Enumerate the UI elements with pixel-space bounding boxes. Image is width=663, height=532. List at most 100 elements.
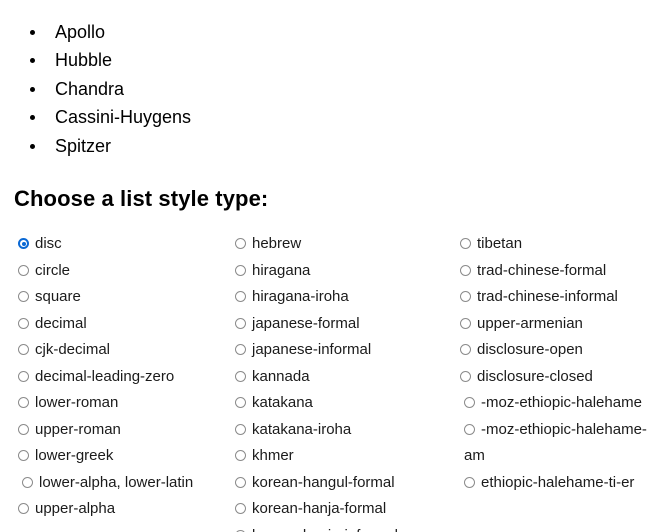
radio-unselected-icon[interactable] — [235, 291, 246, 303]
radio-unselected-icon[interactable] — [235, 370, 246, 382]
radio-option-label: -moz-ethiopic-halehame — [481, 394, 642, 412]
radio-option-label: katakana-iroha — [252, 420, 352, 438]
radio-option-upper-roman[interactable]: upper-roman — [18, 417, 226, 444]
radio-option-label: disc — [35, 235, 62, 253]
radio-option-lower-roman[interactable]: lower-roman — [18, 390, 226, 417]
radio-selected-icon[interactable] — [18, 238, 29, 250]
radio-column-3: tibetan trad-chinese-formal trad-chinese-i… — [448, 231, 663, 496]
radio-option-decimal[interactable]: decimal — [18, 311, 226, 338]
radio-option-upper-armenian[interactable]: upper-armenian — [460, 311, 663, 338]
page-root: Apollo Hubble Chandra Cassini-Huygens Spitze… — [0, 0, 663, 532]
radio-option-label: disclosure-closed — [477, 367, 593, 385]
radio-unselected-icon[interactable] — [18, 344, 29, 356]
radio-unselected-icon[interactable] — [235, 476, 246, 488]
radio-unselected-icon[interactable] — [235, 450, 246, 462]
radio-unselected-icon[interactable] — [235, 503, 246, 515]
radio-unselected-icon[interactable] — [460, 317, 471, 329]
list-item: Apollo — [30, 18, 663, 46]
radio-unselected-icon[interactable] — [235, 264, 246, 276]
radio-option-khmer[interactable]: khmer — [235, 443, 448, 470]
radio-option-label: lower-alpha, lower-latin — [39, 473, 194, 491]
radio-option-hiragana[interactable]: hiragana — [235, 258, 448, 285]
radio-unselected-icon[interactable] — [22, 476, 33, 488]
radio-option-label: korean-hanja-informal — [252, 527, 398, 532]
radio-option-label: korean-hanja-formal — [252, 500, 387, 518]
radio-option-label: upper-roman — [35, 420, 121, 438]
radio-unselected-icon[interactable] — [464, 397, 475, 409]
radio-option-label: decimal-leading-zero — [35, 367, 175, 385]
radio-unselected-icon[interactable] — [18, 450, 29, 462]
radio-option-disclosure-open[interactable]: disclosure-open — [460, 337, 663, 364]
radio-option-japanese-informal[interactable]: japanese-informal — [235, 337, 448, 364]
radio-option-label: lower-roman — [35, 394, 119, 412]
radio-option-label: -moz-ethiopic-halehame-am — [464, 420, 647, 465]
page-title: Choose a list style type: — [14, 186, 269, 212]
radio-option-label: tibetan — [477, 235, 523, 253]
radio-option-label: ethiopic-halehame-ti-er — [481, 473, 635, 491]
radio-option-lower-greek[interactable]: lower-greek — [18, 443, 226, 470]
radio-unselected-icon[interactable] — [460, 344, 471, 356]
radio-option-tibetan[interactable]: tibetan — [460, 231, 663, 258]
radio-unselected-icon[interactable] — [18, 264, 29, 276]
radio-unselected-icon[interactable] — [18, 291, 29, 303]
radio-option-label: hiragana — [252, 261, 311, 279]
radio-unselected-icon[interactable] — [460, 370, 471, 382]
radio-option-disclosure-closed[interactable]: disclosure-closed — [460, 364, 663, 391]
radio-option-korean-hanja-formal[interactable]: korean-hanja-formal — [235, 496, 448, 523]
radio-unselected-icon[interactable] — [460, 264, 471, 276]
radio-unselected-icon[interactable] — [235, 238, 246, 250]
radio-option-label: hebrew — [252, 235, 302, 253]
radio-option-label: kannada — [252, 367, 310, 385]
radio-option-label: trad-chinese-formal — [477, 261, 607, 279]
radio-unselected-icon[interactable] — [18, 503, 29, 515]
radio-option-katakana-iroha[interactable]: katakana-iroha — [235, 417, 448, 444]
radio-unselected-icon[interactable] — [18, 370, 29, 382]
radio-option-circle[interactable]: circle — [18, 258, 226, 285]
radio-option-label: upper-alpha — [35, 500, 116, 518]
radio-option-label: lower-greek — [35, 447, 114, 465]
radio-option-label: katakana — [252, 394, 313, 412]
radio-option-hiragana-iroha[interactable]: hiragana-iroha — [235, 284, 448, 311]
radio-option-square[interactable]: square — [18, 284, 226, 311]
radio-unselected-icon[interactable] — [18, 317, 29, 329]
radio-option-kannada[interactable]: kannada — [235, 364, 448, 391]
radio-option--moz-ethiopic-halehame[interactable]: -moz-ethiopic-halehame — [460, 390, 663, 417]
radio-option-korean-hanja-informal[interactable]: korean-hanja-informal — [235, 523, 448, 532]
radio-option-label: trad-chinese-informal — [477, 288, 618, 306]
radio-unselected-icon[interactable] — [460, 238, 471, 250]
radio-unselected-icon[interactable] — [235, 423, 246, 435]
radio-unselected-icon[interactable] — [464, 476, 475, 488]
radio-option-label: khmer — [252, 447, 294, 465]
radio-column-1: disc circle square decimal cjk-decimal decima… — [0, 231, 226, 523]
radio-group-columns: disc circle square decimal cjk-decimal decima… — [0, 212, 663, 532]
list-item: Hubble — [30, 46, 663, 74]
radio-unselected-icon[interactable] — [464, 423, 475, 435]
radio-option-korean-hangul-formal[interactable]: korean-hangul-formal — [235, 470, 448, 497]
radio-option-label: square — [35, 288, 81, 306]
radio-option-trad-chinese-formal[interactable]: trad-chinese-formal — [460, 258, 663, 285]
radio-option-ethiopic-halehame-ti-er[interactable]: ethiopic-halehame-ti-er — [460, 470, 663, 497]
radio-unselected-icon[interactable] — [18, 423, 29, 435]
radio-option-lower-alpha-lower-latin[interactable]: lower-alpha, lower-latin — [18, 470, 226, 497]
radio-option-decimal-leading-zero[interactable]: decimal-leading-zero — [18, 364, 226, 391]
radio-option-label: cjk-decimal — [35, 341, 111, 359]
radio-unselected-icon[interactable] — [460, 291, 471, 303]
radio-unselected-icon[interactable] — [235, 344, 246, 356]
radio-option-label: japanese-formal — [252, 314, 360, 332]
radio-option-label: circle — [35, 261, 71, 279]
radio-option-trad-chinese-informal[interactable]: trad-chinese-informal — [460, 284, 663, 311]
radio-option--moz-ethiopic-halehame-am[interactable]: -moz-ethiopic-halehame-am — [460, 417, 663, 470]
radio-option-hebrew[interactable]: hebrew — [235, 231, 448, 258]
bullet-list: Apollo Hubble Chandra Cassini-Huygens Spitze… — [0, 0, 663, 160]
radio-option-disc[interactable]: disc — [18, 231, 226, 258]
radio-unselected-icon[interactable] — [235, 317, 246, 329]
radio-option-label: korean-hangul-formal — [252, 473, 395, 491]
radio-option-japanese-formal[interactable]: japanese-formal — [235, 311, 448, 338]
radio-option-label: japanese-informal — [252, 341, 372, 359]
radio-option-katakana[interactable]: katakana — [235, 390, 448, 417]
radio-unselected-icon[interactable] — [235, 397, 246, 409]
radio-unselected-icon[interactable] — [18, 397, 29, 409]
list-item: Chandra — [30, 75, 663, 103]
radio-option-cjk-decimal[interactable]: cjk-decimal — [18, 337, 226, 364]
radio-option-upper-alpha[interactable]: upper-alpha — [18, 496, 226, 523]
